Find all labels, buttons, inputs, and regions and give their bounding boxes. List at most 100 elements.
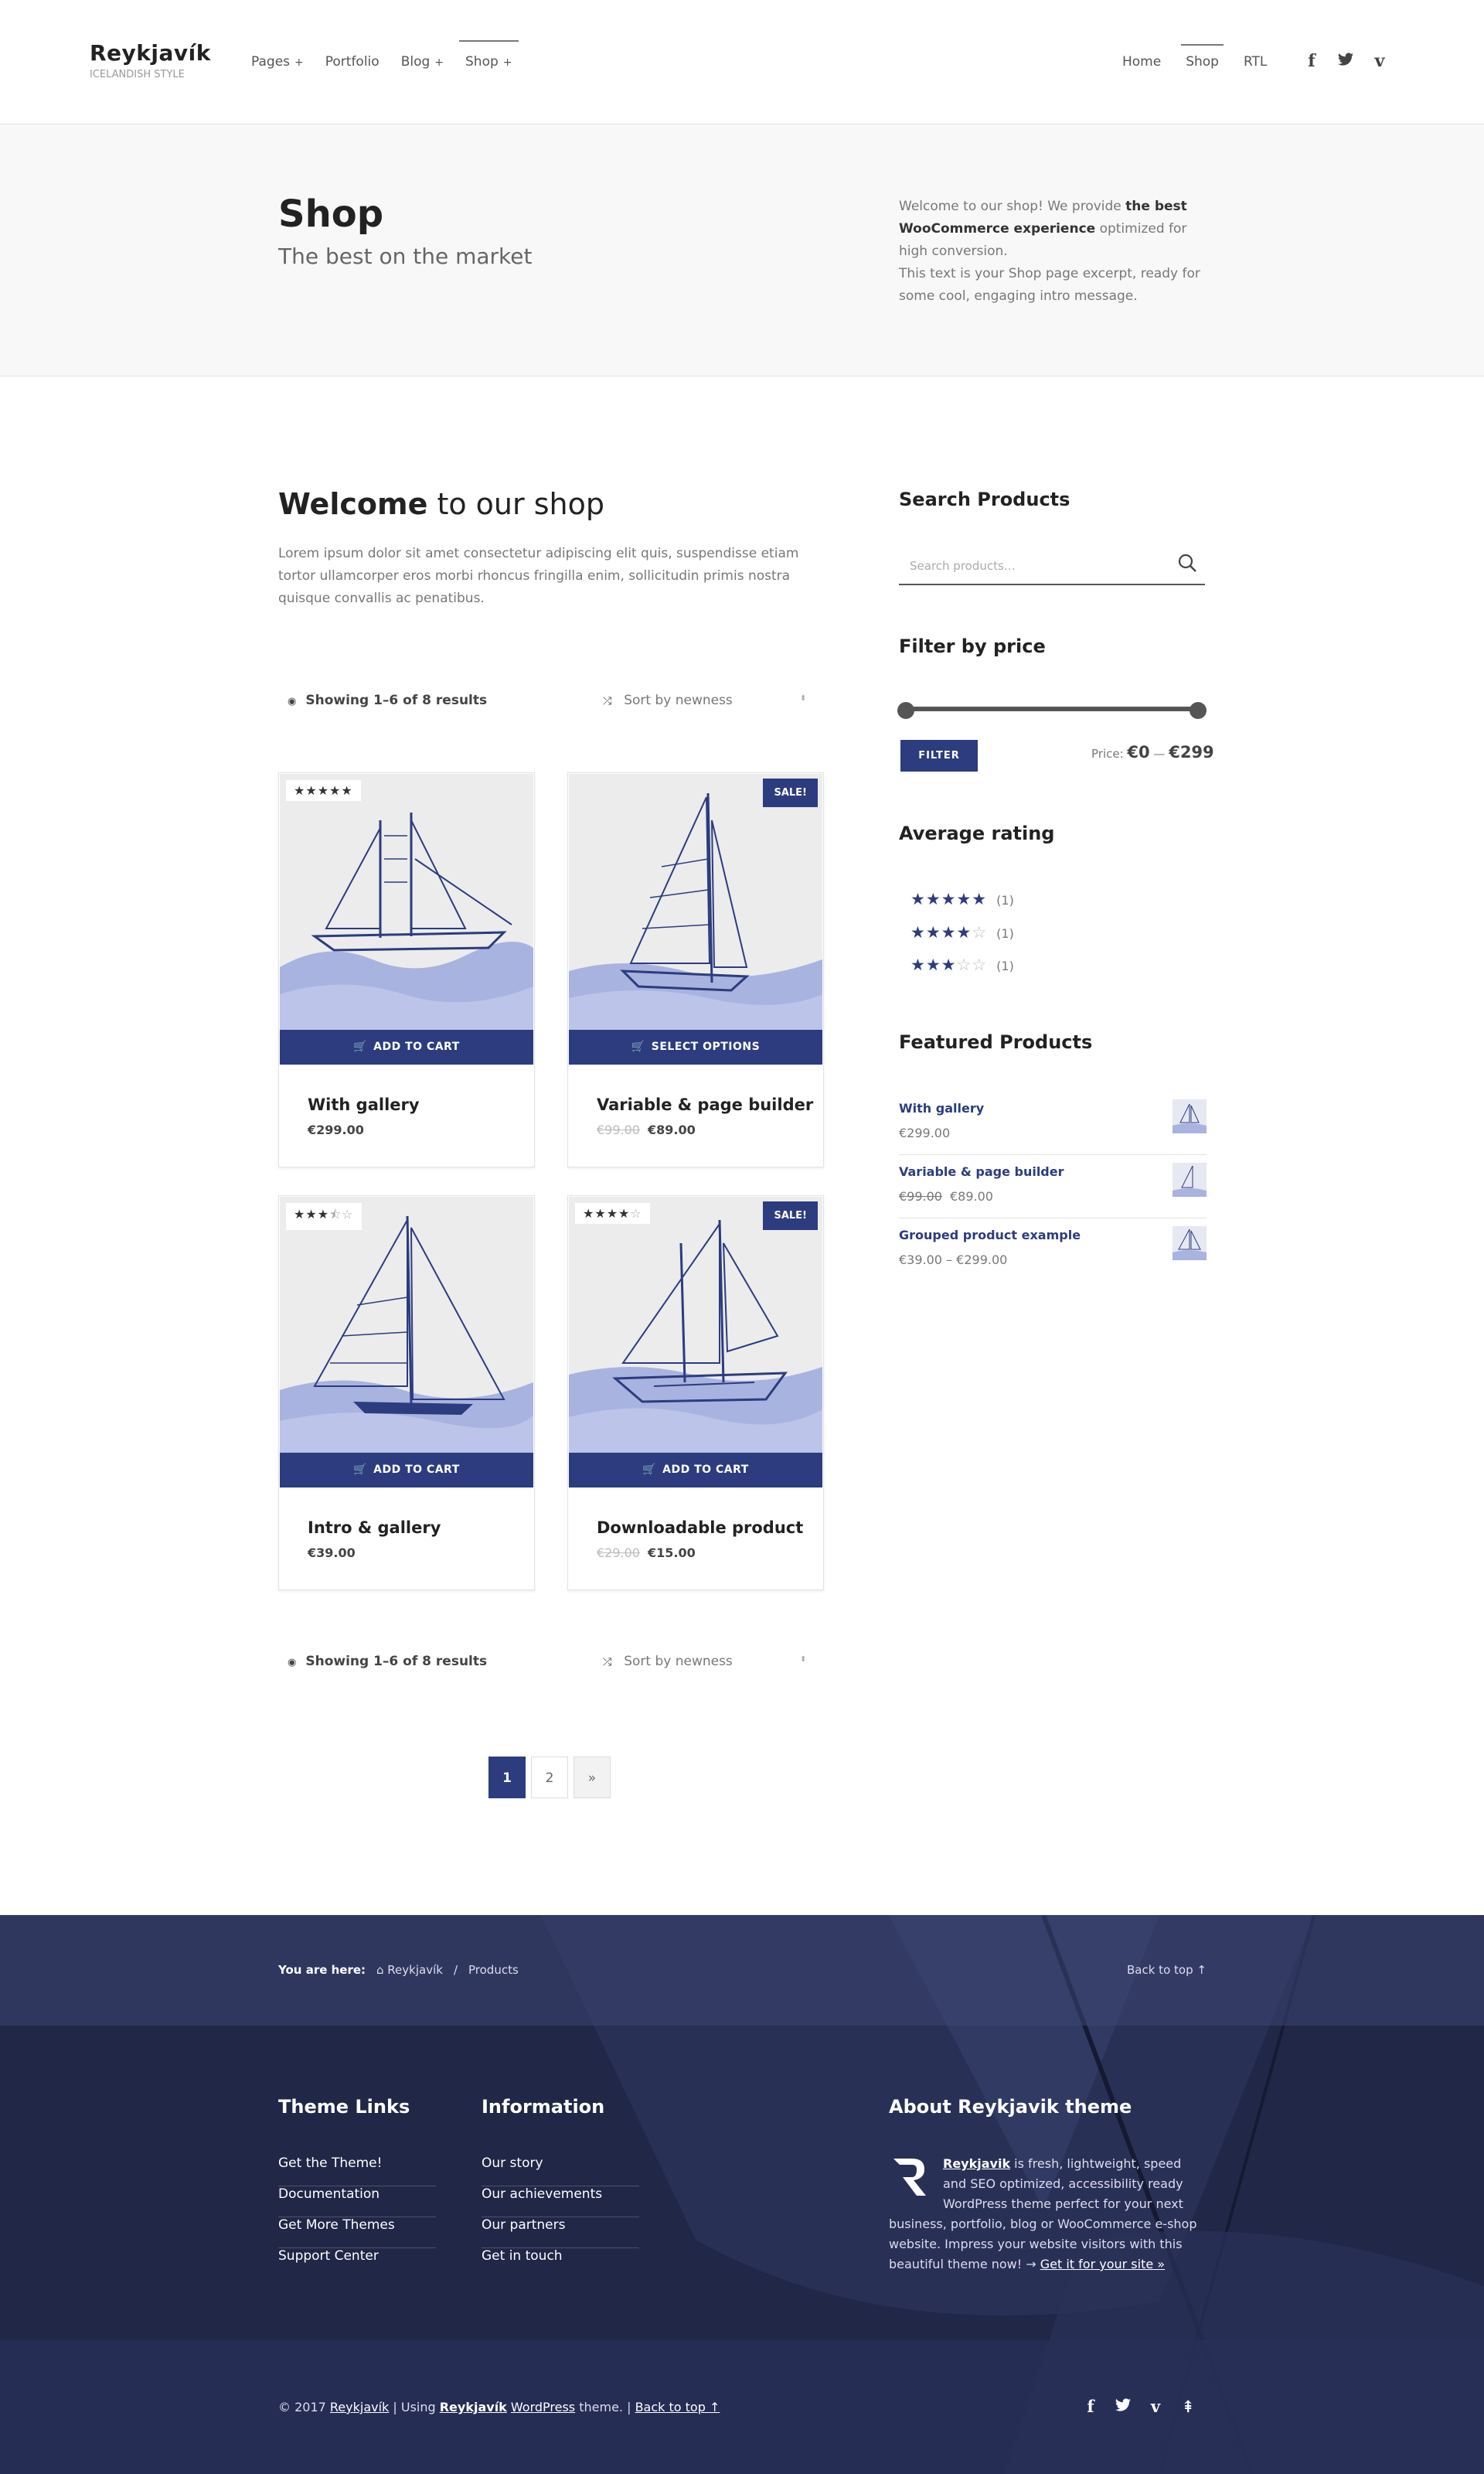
featured-product[interactable]: With gallery €299.00 [899, 1092, 1207, 1155]
product-image[interactable]: ★★★★★ [280, 774, 533, 1030]
sort-selected-value: Sort by newness [624, 693, 733, 708]
price-current: €89.00 [647, 1123, 696, 1137]
cart-icon: 🛒 [353, 1464, 368, 1476]
footer-link[interactable]: Get More Themes [278, 2217, 436, 2248]
site-link[interactable]: Reykjavík [330, 2400, 389, 2414]
nav-label: Blog [400, 54, 431, 70]
dropdown-arrow-icon[interactable]: ⬍ [800, 1655, 806, 1664]
filter-button[interactable]: FILTER [900, 740, 978, 772]
rating-filter-4[interactable]: ★★★★☆ (1) [910, 923, 1014, 942]
shop-welcome-heading: Welcome to our shop [278, 487, 604, 521]
twitter-icon[interactable] [1337, 51, 1354, 72]
product-title[interactable]: Intro & gallery [308, 1518, 441, 1537]
expand-icon[interactable]: + [434, 56, 444, 69]
product-title[interactable]: Variable & page builder [597, 1096, 813, 1114]
product-title[interactable]: With gallery [308, 1096, 420, 1114]
rating-filter-5[interactable]: ★★★★★ (1) [910, 890, 1014, 908]
about-brand-link[interactable]: Reykjavik [943, 2156, 1010, 2171]
sort-select[interactable]: ⤮ Sort by newness ⬍ [603, 1654, 806, 1669]
product-image[interactable]: SALE! [569, 774, 822, 1030]
featured-product-price: €299.00 [899, 1126, 951, 1140]
price-current: €89.00 [949, 1189, 993, 1204]
facebook-icon[interactable]: f [1303, 51, 1320, 72]
back-to-top-icon[interactable]: ⇞ [1179, 2397, 1196, 2418]
nav-item-shop-secondary[interactable]: Shop [1181, 44, 1224, 70]
home-icon: ⌂ [376, 1963, 388, 1977]
footer-link[interactable]: Our story [482, 2155, 639, 2186]
product-card[interactable]: SALE! 🛒 SELECT OPTIONS Variable & page bu… [567, 772, 824, 1167]
theme-link[interactable]: Reykjavík [440, 2400, 507, 2414]
featured-product-name[interactable]: Variable & page builder [899, 1164, 1064, 1179]
add-to-cart-button[interactable]: 🛒 ADD TO CART [280, 1453, 533, 1487]
featured-product-thumbnail[interactable] [1173, 1099, 1207, 1133]
page-link-2[interactable]: 2 [531, 1757, 568, 1798]
wordpress-link[interactable]: WordPress [511, 2400, 575, 2414]
product-image[interactable]: ★★★★☆ SALE! [569, 1197, 822, 1453]
cart-icon: 🛒 [631, 1041, 645, 1053]
product-rating: ★★★★★ [286, 780, 361, 801]
nav-item-rtl[interactable]: RTL [1244, 54, 1267, 70]
back-to-top-link[interactable]: Back to top ↑ [1127, 1963, 1207, 1977]
get-theme-link[interactable]: Get it for your site » [1040, 2257, 1165, 2271]
dropdown-arrow-icon[interactable]: ⬍ [800, 694, 806, 703]
nav-item-shop[interactable]: Shop + [459, 40, 518, 70]
nav-item-portfolio[interactable]: Portfolio [325, 54, 380, 70]
cart-icon: 🛒 [642, 1464, 657, 1476]
product-card[interactable]: ★★★★★ 🛒 ADD TO CART With gallery €299.00 [278, 772, 535, 1167]
price-label: Price: [1091, 747, 1128, 761]
copy-text: | Using [389, 2400, 440, 2414]
vimeo-icon[interactable]: v [1371, 51, 1388, 72]
product-card[interactable]: ★★★★☆ SALE! 🛒 ADD TO CART Downloadable pr… [567, 1195, 824, 1590]
about-body: is fresh, lightweight, speed and SEO opt… [889, 2156, 1197, 2271]
price-old: €99.00 [597, 1123, 640, 1137]
select-options-button[interactable]: 🛒 SELECT OPTIONS [569, 1030, 822, 1065]
add-to-cart-button[interactable]: 🛒 ADD TO CART [569, 1453, 822, 1487]
rating-filter-3[interactable]: ★★★☆☆ (1) [910, 956, 1014, 974]
search-input[interactable]: Search products… [910, 559, 1016, 573]
result-count-text: Showing 1–6 of 8 results [305, 1654, 488, 1669]
product-search-field[interactable]: Search products… [899, 547, 1205, 585]
product-card[interactable]: ★★★⯪☆ 🛒 ADD TO CART Intro & gallery €39.0… [278, 1195, 535, 1590]
footer-link[interactable]: Documentation [278, 2186, 436, 2217]
featured-product-name[interactable]: Grouped product example [899, 1228, 1081, 1242]
search-icon[interactable] [1177, 553, 1197, 576]
sort-selected-value: Sort by newness [624, 1654, 733, 1669]
nav-item-blog[interactable]: Blog + [401, 54, 444, 70]
ship-illustration [569, 792, 822, 1030]
breadcrumb-home[interactable]: Reykjavík [387, 1963, 443, 1977]
vimeo-icon[interactable]: v [1147, 2397, 1164, 2418]
ship-illustration [569, 1219, 822, 1453]
footer-link[interactable]: Get in touch [482, 2248, 639, 2279]
footer-link[interactable]: Our achievements [482, 2186, 639, 2217]
slider-handle-max[interactable] [1190, 702, 1207, 719]
slider-handle-min[interactable] [897, 702, 914, 719]
featured-product[interactable]: Grouped product example €39.00 – €299.00 [899, 1218, 1207, 1282]
sort-select[interactable]: ⤮ Sort by newness ⬍ [603, 693, 806, 708]
footer-link[interactable]: Support Center [278, 2248, 436, 2279]
add-to-cart-button[interactable]: 🛒 ADD TO CART [280, 1030, 533, 1065]
expand-icon[interactable]: + [503, 56, 512, 69]
featured-product[interactable]: Variable & page builder €99.00 €89.00 [899, 1155, 1207, 1218]
page-next[interactable]: » [574, 1757, 611, 1798]
slider-track [902, 707, 1202, 711]
site-title[interactable]: Reykjavík [90, 40, 211, 66]
featured-product-thumbnail[interactable] [1173, 1163, 1207, 1197]
shop-toolbar-bottom: ◉ Showing 1–6 of 8 results ⤮ Sort by newne… [278, 1648, 824, 1678]
product-image[interactable]: ★★★⯪☆ [280, 1197, 533, 1453]
site-logo[interactable]: Reykjavík ICELANDISH STYLE [90, 40, 211, 80]
featured-product-thumbnail[interactable] [1173, 1226, 1207, 1260]
nav-item-home[interactable]: Home [1122, 54, 1161, 70]
featured-product-name[interactable]: With gallery [899, 1101, 984, 1116]
twitter-icon[interactable] [1115, 2397, 1132, 2418]
footer-link[interactable]: Our partners [482, 2217, 639, 2248]
facebook-icon[interactable]: f [1082, 2397, 1099, 2418]
sale-badge: SALE! [763, 779, 818, 807]
product-title[interactable]: Downloadable product [597, 1518, 803, 1537]
rating-count: (1) [996, 893, 1014, 908]
back-to-top-link[interactable]: Back to top ↑ [635, 2400, 720, 2414]
nav-item-pages[interactable]: Pages + [251, 54, 304, 70]
search-widget-title: Search Products [899, 489, 1070, 510]
footer-link[interactable]: Get the Theme! [278, 2155, 436, 2186]
site-tagline: ICELANDISH STYLE [90, 69, 185, 80]
expand-icon[interactable]: + [294, 56, 304, 69]
